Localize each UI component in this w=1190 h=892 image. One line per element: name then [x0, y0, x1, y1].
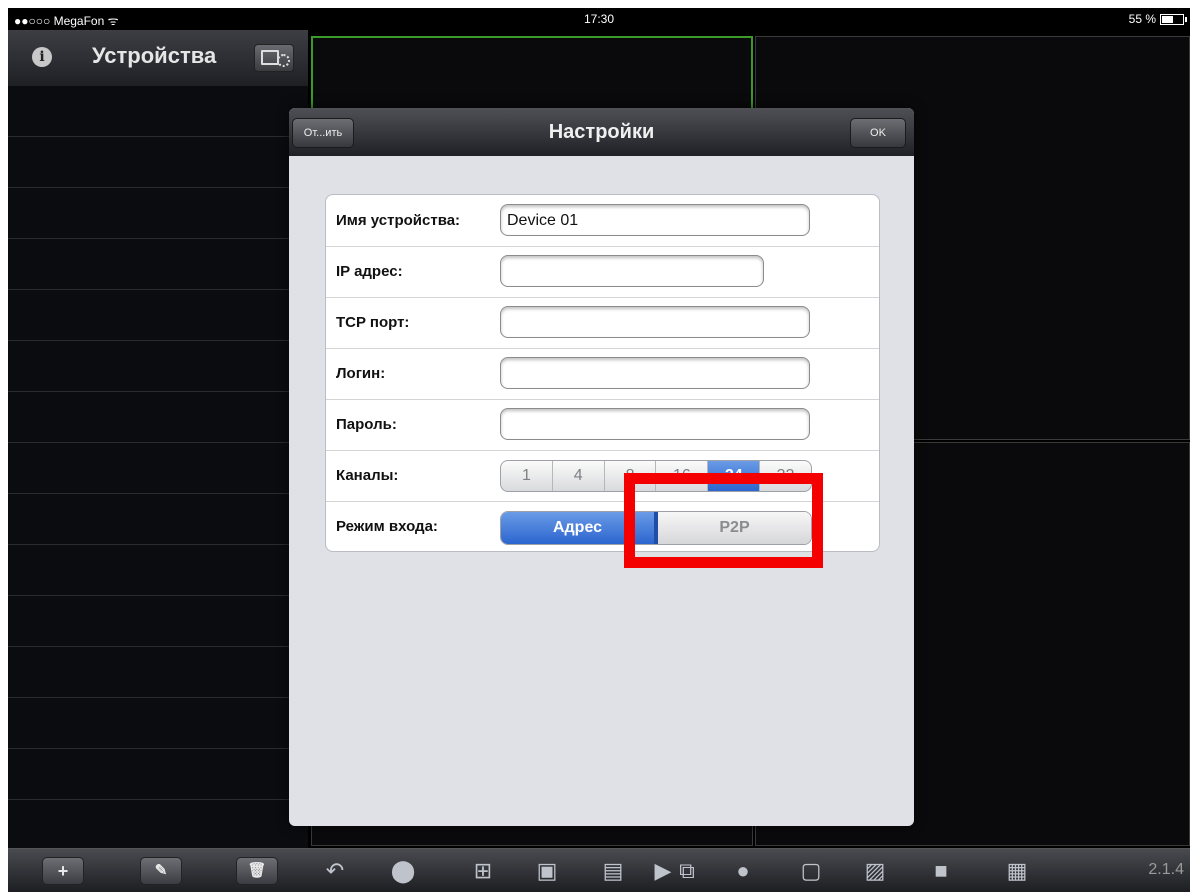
battery-icon — [1160, 13, 1187, 25]
dialog-header: От...ить Настройки OK — [289, 108, 914, 156]
layout-icon[interactable]: ⊞ — [468, 857, 498, 885]
device-name-label: Имя устройства: — [336, 212, 461, 229]
tcp-port-row: TCP порт: — [326, 297, 879, 349]
device-name-field[interactable]: Device 01 — [500, 204, 810, 236]
snapshot-icon[interactable]: ▨ — [860, 857, 890, 885]
login-mode-label: Режим входа: — [336, 518, 438, 535]
sidebar-title: Устройства — [92, 43, 217, 68]
ok-button[interactable]: OK — [850, 118, 906, 148]
ip-field[interactable] — [500, 255, 764, 287]
tcp-port-field[interactable] — [500, 306, 810, 338]
fullscreen-icon[interactable]: ▢ — [796, 857, 826, 885]
status-bar: ●●○○○ MegaFon ᯤ 17:30 55 % — [8, 8, 1190, 30]
record-icon[interactable]: ▤ — [598, 857, 628, 885]
dialog-title: Настройки — [548, 121, 655, 143]
password-label: Пароль: — [336, 416, 397, 433]
screen: ●●○○○ MegaFon ᯤ 17:30 55 % i Устройства … — [8, 8, 1190, 892]
settings-dialog: От...ить Настройки OK Имя устройства: De… — [289, 108, 914, 826]
version-label: 2.1.4 — [1148, 861, 1184, 878]
add-device-button[interactable]: + — [42, 857, 84, 885]
tcp-port-label: TCP порт: — [336, 314, 410, 331]
device-list[interactable] — [8, 86, 308, 848]
login-field[interactable] — [500, 357, 810, 389]
ptz-icon[interactable]: ⬤ — [388, 857, 418, 885]
login-label: Логин: — [336, 365, 386, 382]
gear-icon — [277, 54, 290, 67]
playback-icon[interactable]: ⧉ — [672, 857, 702, 885]
password-row: Пароль: — [326, 399, 879, 451]
device-sidebar: i Устройства — [8, 30, 308, 848]
clock: 17:30 — [583, 12, 615, 26]
monitor-icon — [261, 50, 279, 65]
highlight-box — [624, 473, 823, 568]
device-name-row: Имя устройства: Device 01 — [326, 195, 879, 247]
channel-option[interactable]: 1 — [501, 461, 553, 491]
battery-indicator: 55 % — [1128, 12, 1187, 26]
sidebar-header: i Устройства — [8, 30, 308, 87]
camera-icon[interactable]: ■ — [926, 857, 956, 885]
battery-percent: 55 % — [1128, 12, 1156, 26]
login-row: Логин: — [326, 348, 879, 400]
camera-settings-icon[interactable]: ▦ — [1002, 857, 1032, 885]
info-icon[interactable]: i — [32, 47, 52, 67]
device-settings-button[interactable] — [254, 44, 294, 72]
back-arrow-icon[interactable]: ↶ — [320, 857, 350, 885]
close-video-icon[interactable]: ▣ — [532, 857, 562, 885]
channels-label: Каналы: — [336, 467, 399, 484]
delete-device-button[interactable]: 🗑 — [236, 857, 278, 885]
bottom-toolbar: + ✎ 🗑 ↶ ⬤ ⊞ ▣ ▤ ▶ ⧉ ● ▢ ▨ ■ ▦ 2.1.4 — [8, 848, 1190, 892]
edit-device-button[interactable]: ✎ — [140, 857, 182, 885]
location-icon[interactable] — [728, 857, 758, 885]
channel-option[interactable]: 4 — [553, 461, 605, 491]
ip-label: IP адрес: — [336, 263, 403, 280]
ip-row: IP адрес: — [326, 246, 879, 298]
password-field[interactable] — [500, 408, 810, 440]
